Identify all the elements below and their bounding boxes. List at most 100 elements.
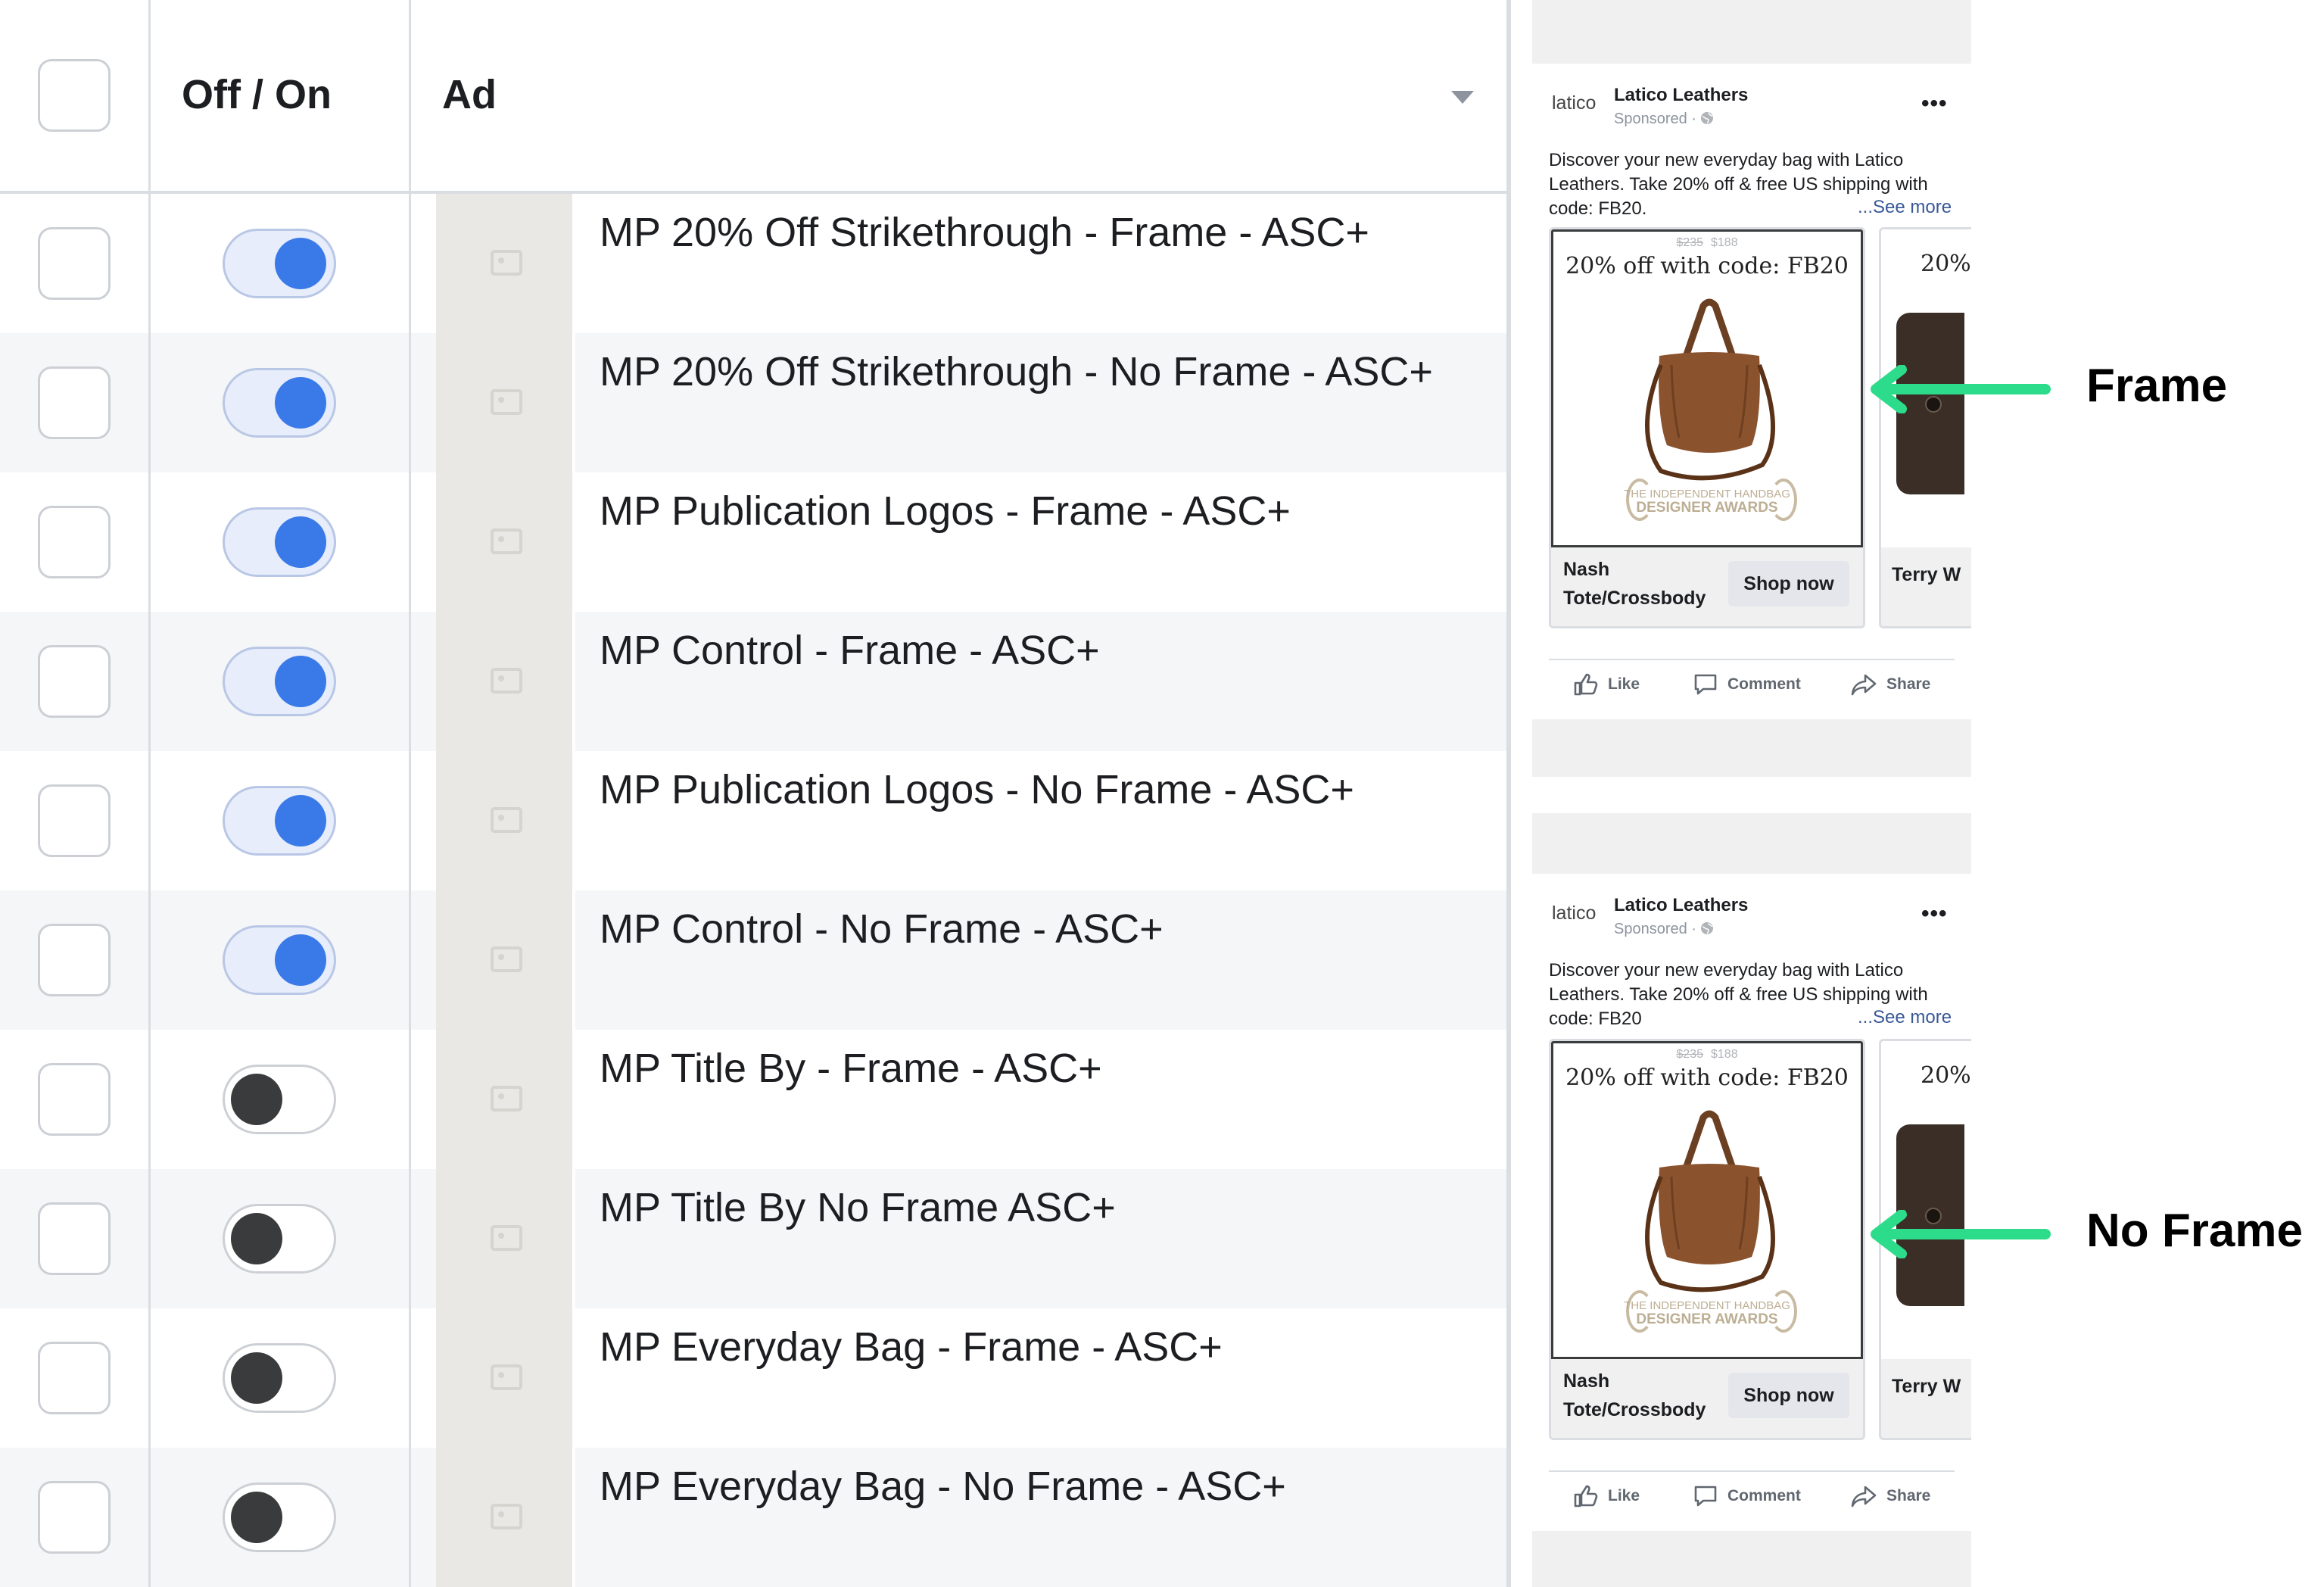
frame-annotation-label: Frame xyxy=(2086,360,2228,412)
new-price: $188 xyxy=(1711,1048,1738,1061)
share-button[interactable]: Share xyxy=(1850,672,1930,697)
ad-name[interactable]: MP Control - Frame - ASC+ xyxy=(600,625,1100,675)
caret-down-icon[interactable] xyxy=(1451,91,1474,104)
table-row[interactable]: MP Everyday Bag - Frame - ASC+ xyxy=(0,1308,1506,1448)
delivery-toggle[interactable] xyxy=(223,647,336,716)
row-checkbox[interactable] xyxy=(38,784,111,857)
toggle-knob xyxy=(275,795,326,847)
product-name: Nash Tote/Crossbody xyxy=(1563,1370,1706,1420)
thumbs-up-icon xyxy=(1574,1485,1598,1507)
more-options-icon[interactable]: ••• xyxy=(1921,901,1948,927)
delivery-toggle[interactable] xyxy=(223,1065,336,1134)
ad-thumbnail[interactable] xyxy=(436,751,575,890)
table-row[interactable]: MP 20% Off Strikethrough - Frame - ASC+ xyxy=(0,194,1506,333)
frame-arrow-icon xyxy=(1871,365,2051,413)
ad-name[interactable]: MP Control - No Frame - ASC+ xyxy=(600,904,1164,954)
tote-bag-icon xyxy=(1645,298,1775,481)
image-placeholder-icon xyxy=(491,1086,522,1112)
toggle-knob xyxy=(231,1213,282,1264)
delivery-toggle[interactable] xyxy=(223,786,336,856)
ad-thumbnail[interactable] xyxy=(436,1030,575,1169)
comment-button[interactable]: Comment xyxy=(1693,1484,1801,1508)
table-row[interactable]: MP Publication Logos - No Frame - ASC+ xyxy=(0,751,1506,890)
shop-now-button[interactable]: Shop now xyxy=(1728,561,1849,606)
ad-name[interactable]: MP 20% Off Strikethrough - No Frame - AS… xyxy=(600,347,1433,397)
delivery-toggle[interactable] xyxy=(223,229,336,298)
page-name[interactable]: Latico Leathers xyxy=(1614,895,1748,916)
table-row[interactable]: MP Everyday Bag - No Frame - ASC+ xyxy=(0,1448,1506,1587)
globe-icon xyxy=(1700,922,1713,934)
ad-thumbnail[interactable] xyxy=(436,612,575,751)
carousel-card[interactable]: $235 $188 20% off with code: FB20 THE INDEP… xyxy=(1549,1039,1865,1440)
ad-thumbnail[interactable] xyxy=(436,472,575,612)
carousel-card-next[interactable]: 20% Terry W xyxy=(1879,227,1971,628)
comment-label: Comment xyxy=(1727,1487,1801,1504)
no-frame-annotation-label: No Frame xyxy=(2086,1205,2303,1257)
preview-top-bar xyxy=(1532,813,1971,874)
ad-thumbnail[interactable] xyxy=(436,1169,575,1308)
see-more-link[interactable]: ...See more xyxy=(1858,197,1952,218)
off-on-column-header[interactable]: Off / On xyxy=(182,70,332,120)
table-row[interactable]: MP Title By No Frame ASC+ xyxy=(0,1169,1506,1308)
ad-name[interactable]: MP 20% Off Strikethrough - Frame - ASC+ xyxy=(600,207,1369,257)
row-checkbox[interactable] xyxy=(38,506,111,578)
next-card-footer: Terry W xyxy=(1881,1359,1971,1438)
ad-name[interactable]: MP Everyday Bag - No Frame - ASC+ xyxy=(600,1461,1286,1511)
delivery-toggle[interactable] xyxy=(223,925,336,995)
see-more-link[interactable]: ...See more xyxy=(1858,1007,1952,1028)
row-checkbox[interactable] xyxy=(38,1481,111,1554)
table-row[interactable]: MP 20% Off Strikethrough - No Frame - AS… xyxy=(0,333,1506,472)
image-placeholder-icon xyxy=(491,250,522,276)
delivery-toggle[interactable] xyxy=(223,1343,336,1413)
shop-now-button[interactable]: Shop now xyxy=(1728,1373,1849,1418)
sponsored-label: Sponsored · xyxy=(1614,111,1715,128)
row-checkbox[interactable] xyxy=(38,366,111,439)
ad-name[interactable]: MP Title By No Frame ASC+ xyxy=(600,1183,1116,1233)
globe-icon xyxy=(1700,112,1713,124)
page-name[interactable]: Latico Leathers xyxy=(1614,85,1748,106)
ad-name[interactable]: MP Publication Logos - Frame - ASC+ xyxy=(600,486,1291,536)
creative-headline: 20% off with code: FB20 xyxy=(1565,253,1849,279)
ad-name[interactable]: MP Title By - Frame - ASC+ xyxy=(600,1043,1102,1093)
row-checkbox[interactable] xyxy=(38,227,111,300)
delivery-toggle[interactable] xyxy=(223,1204,336,1274)
award-badge: THE INDEPENDENT HANDBAG DESIGNER AWARDS xyxy=(1553,1299,1861,1327)
delivery-toggle[interactable] xyxy=(223,1483,336,1552)
toggle-knob xyxy=(275,516,326,568)
carousel-card[interactable]: $235 $188 20% off with code: FB20 THE INDEP… xyxy=(1549,227,1865,628)
award-badge: THE INDEPENDENT HANDBAG DESIGNER AWARDS xyxy=(1553,488,1861,516)
actions-divider xyxy=(1549,1470,1955,1472)
select-all-checkbox[interactable] xyxy=(38,59,111,132)
carousel-image[interactable]: $235 $188 20% off with code: FB20 THE INDEP… xyxy=(1551,1041,1863,1359)
comment-button[interactable]: Comment xyxy=(1693,672,1801,697)
ad-thumbnail[interactable] xyxy=(436,890,575,1030)
table-row[interactable]: MP Title By - Frame - ASC+ xyxy=(0,1030,1506,1169)
row-checkbox[interactable] xyxy=(38,924,111,996)
row-checkbox[interactable] xyxy=(38,1342,111,1414)
more-options-icon[interactable]: ••• xyxy=(1921,91,1948,117)
row-checkbox[interactable] xyxy=(38,1202,111,1275)
row-checkbox[interactable] xyxy=(38,645,111,718)
delivery-toggle[interactable] xyxy=(223,507,336,577)
share-button[interactable]: Share xyxy=(1850,1484,1930,1508)
image-placeholder-icon xyxy=(491,668,522,694)
ad-thumbnail[interactable] xyxy=(436,1308,575,1448)
ad-thumbnail[interactable] xyxy=(436,194,575,333)
delivery-toggle[interactable] xyxy=(223,368,336,438)
table-row[interactable]: MP Publication Logos - Frame - ASC+ xyxy=(0,472,1506,612)
table-row[interactable]: MP Control - Frame - ASC+ xyxy=(0,612,1506,751)
toggle-knob xyxy=(275,656,326,707)
ad-name[interactable]: MP Publication Logos - No Frame - ASC+ xyxy=(600,765,1354,815)
ad-thumbnail[interactable] xyxy=(436,333,575,472)
award-line2: DESIGNER AWARDS xyxy=(1636,500,1778,516)
carousel-image[interactable]: $235 $188 20% off with code: FB20 THE INDEP… xyxy=(1551,229,1863,547)
like-button[interactable]: Like xyxy=(1573,1484,1640,1508)
ad-column-header[interactable]: Ad xyxy=(442,70,497,120)
table-row[interactable]: MP Control - No Frame - ASC+ xyxy=(0,890,1506,1030)
image-placeholder-icon xyxy=(491,528,522,554)
ad-thumbnail[interactable] xyxy=(436,1448,575,1587)
ad-name[interactable]: MP Everyday Bag - Frame - ASC+ xyxy=(600,1322,1223,1372)
preview-bottom-bar xyxy=(1532,719,1971,777)
like-button[interactable]: Like xyxy=(1573,672,1640,697)
row-checkbox[interactable] xyxy=(38,1063,111,1136)
